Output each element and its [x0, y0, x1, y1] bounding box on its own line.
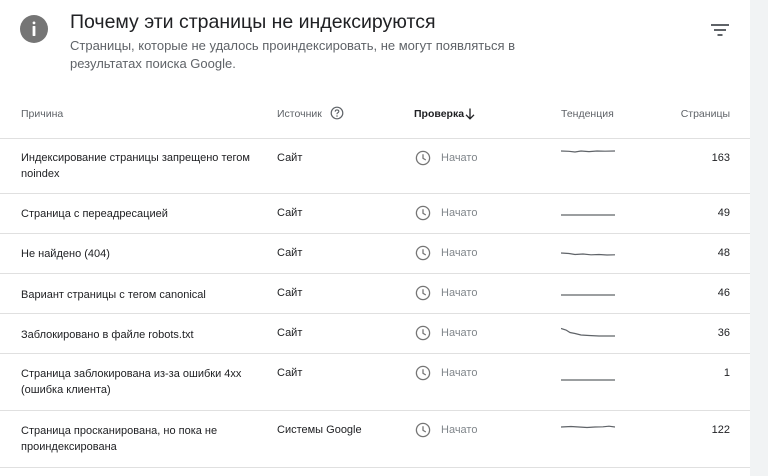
info-icon	[20, 15, 48, 43]
card-subtitle: Страницы, которые не удалось проиндексир…	[70, 38, 516, 71]
table-row[interactable]: Индексирование страницы запрещено тегом …	[0, 138, 750, 194]
row-source: Сайт	[277, 287, 303, 299]
row-status: Начато	[441, 424, 478, 436]
row-pages: 36	[717, 327, 730, 339]
table-row[interactable]: Не найдено (404) Сайт Начато 48	[0, 233, 750, 274]
clock-icon	[415, 150, 431, 166]
row-pages: 122	[711, 424, 730, 436]
row-source: Сайт	[277, 367, 303, 379]
page-scroll-area	[750, 0, 768, 476]
row-status: Начато	[441, 152, 478, 164]
table-row[interactable]: Страница заблокирована из-за ошибки 4xx …	[0, 353, 750, 411]
column-header-trend[interactable]: Тенденция	[561, 108, 614, 120]
table-row[interactable]: Страница просканирована, но пока не прои…	[0, 410, 750, 468]
table-row[interactable]: Вариант страницы с тегом canonical Сайт …	[0, 273, 750, 314]
clock-icon	[415, 325, 431, 341]
column-header-pages[interactable]: Страницы	[681, 108, 730, 120]
row-pages: 163	[711, 152, 730, 164]
arrow-down-icon[interactable]	[464, 107, 476, 121]
row-pages: 48	[717, 247, 730, 259]
not-indexed-card: Почему эти страницы не индексируются Стр…	[0, 0, 750, 476]
row-status: Начато	[441, 327, 478, 339]
row-reason: Страница с переадресацией	[21, 208, 168, 220]
column-header-source[interactable]: Источник	[277, 108, 322, 120]
row-source: Сайт	[277, 327, 303, 339]
trend-sparkline	[561, 288, 615, 300]
column-header-reason[interactable]: Причина	[21, 108, 63, 120]
row-status: Начато	[441, 247, 478, 259]
clock-icon	[415, 245, 431, 261]
table-row[interactable]: Страница с переадресацией Сайт Начато 49	[0, 193, 750, 234]
trend-sparkline	[560, 420, 616, 432]
help-icon[interactable]	[330, 106, 344, 120]
clock-icon	[415, 422, 431, 438]
column-header-validation[interactable]: Проверка	[414, 108, 464, 120]
filter-icon[interactable]	[708, 20, 732, 40]
row-pages: 1	[723, 367, 730, 379]
row-reason: Вариант страницы с тегом canonical	[21, 289, 206, 301]
clock-icon	[415, 285, 431, 301]
clock-icon	[415, 365, 431, 381]
row-reason: Страница просканирована, но пока не прои…	[21, 425, 218, 453]
clock-icon	[415, 205, 431, 221]
trend-sparkline	[561, 208, 615, 220]
row-reason: Страница заблокирована из-за ошибки 4xx …	[21, 368, 242, 396]
row-source: Системы Google	[277, 424, 362, 436]
row-source: Сайт	[277, 247, 303, 259]
row-reason: Заблокировано в файле robots.txt	[21, 329, 194, 341]
table-row[interactable]: Заблокировано в файле robots.txt Сайт На…	[0, 313, 750, 354]
card-title: Почему эти страницы не индексируются	[70, 11, 436, 33]
row-pages: 49	[717, 207, 730, 219]
trend-sparkline	[560, 247, 616, 259]
row-status: Начато	[441, 287, 478, 299]
row-pages: 46	[717, 287, 730, 299]
trend-sparkline	[561, 373, 615, 385]
row-source: Сайт	[277, 152, 303, 164]
trend-sparkline	[560, 326, 615, 338]
row-reason: Не найдено (404)	[21, 248, 110, 260]
row-status: Начато	[441, 207, 478, 219]
row-status: Начато	[441, 367, 478, 379]
row-source: Сайт	[277, 207, 303, 219]
row-reason: Индексирование страницы запрещено тегом …	[21, 152, 250, 180]
trend-sparkline	[560, 145, 616, 157]
